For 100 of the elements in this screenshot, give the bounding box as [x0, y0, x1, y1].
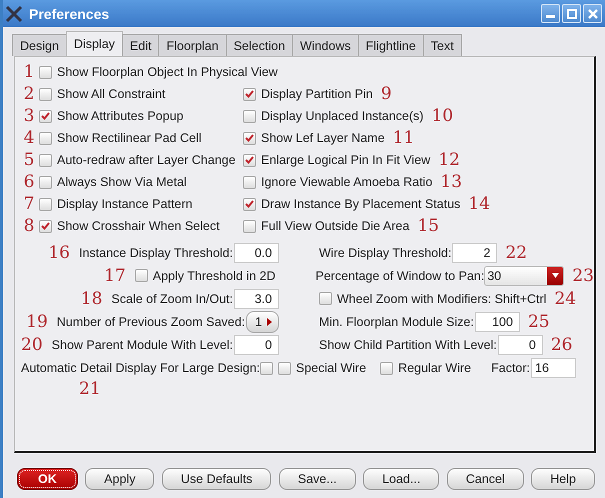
input-field[interactable]: 16 [531, 358, 576, 378]
annotation-number: 10 [432, 107, 454, 125]
checkbox[interactable] [260, 362, 273, 374]
option-label: Regular Wire [398, 361, 472, 375]
checkbox[interactable] [243, 220, 256, 232]
dropdown[interactable]: 30 [484, 266, 564, 286]
checkbox[interactable] [134, 269, 148, 282]
dialog-button[interactable]: Load... [363, 468, 440, 490]
option-label: Show All Constraint [57, 87, 166, 101]
option-label: Enlarge Logical Pin In Fit View [261, 153, 430, 167]
checkbox[interactable] [243, 88, 256, 100]
arrow-right-icon [267, 318, 272, 326]
checkbox[interactable] [39, 110, 52, 122]
setting-label: Wheel Zoom with Modifiers: Shift+Ctrl [337, 292, 546, 306]
setting-label: Number of Previous Zoom Saved: [56, 314, 246, 328]
setting-label: Show Parent Module With Level: [52, 338, 233, 352]
maximize-button[interactable] [562, 4, 581, 23]
annotation-number: 23 [572, 266, 594, 284]
close-icon [588, 8, 598, 18]
annotation-number: 12 [438, 151, 460, 169]
dialog-button[interactable]: Cancel [446, 468, 524, 490]
tab[interactable]: Edit [122, 34, 160, 56]
tab[interactable]: Text [422, 34, 462, 56]
option-label: Ignore Viewable Amoeba Ratio [261, 175, 432, 189]
app-logo-icon [5, 4, 23, 22]
input-field[interactable]: 0 [234, 334, 279, 354]
tab[interactable]: Display [66, 31, 123, 56]
option-label: Display Unplaced Instance(s) [261, 109, 424, 123]
annotation-number: 26 [550, 336, 572, 354]
annotation-number: 15 [417, 217, 440, 235]
annotation-number: 22 [505, 244, 528, 262]
annotation-number: 7 [22, 195, 36, 213]
option-label: Draw Instance By Placement Status [261, 197, 460, 211]
option-label: Show Rectilinear Pad Cell [57, 131, 202, 145]
option-label: Show Floorplan Object In Physical View [57, 65, 278, 79]
checkbox[interactable] [243, 132, 256, 144]
dialog-button[interactable]: Use Defaults [162, 468, 272, 490]
setting-label: Show Child Partition With Level: [319, 338, 497, 352]
option-label: Show Crosshair When Select [57, 219, 220, 233]
annotation-number: 1 [22, 63, 36, 81]
checkbox[interactable] [278, 362, 291, 374]
checkbox[interactable] [319, 292, 332, 305]
setting-label: Percentage of Window to Pan: [316, 268, 484, 282]
option-label: Always Show Via Metal [57, 175, 187, 189]
annotation-number: 9 [380, 85, 392, 103]
input-field[interactable]: 100 [474, 312, 520, 332]
checkbox[interactable] [39, 132, 52, 144]
spin-button[interactable]: 1 [246, 310, 279, 332]
tab[interactable]: Selection [226, 34, 294, 56]
maximize-icon [566, 8, 576, 18]
annotation-number: 18 [80, 290, 102, 308]
annotation-number: 20 [21, 336, 43, 354]
option-label: Auto-redraw after Layer Change [57, 153, 236, 167]
input-field[interactable]: 0.0 [234, 242, 279, 262]
tab[interactable]: Design [12, 34, 67, 56]
input-field[interactable]: 2 [452, 242, 498, 262]
option-label: Display Partition Pin [261, 87, 373, 101]
input-field[interactable]: 0 [498, 334, 543, 354]
setting-label: Min. Floorplan Module Size: [319, 314, 474, 328]
checkbox[interactable] [243, 110, 256, 122]
setting-label: Wire Display Threshold: [319, 246, 452, 260]
annotation-number: 8 [22, 217, 36, 235]
checkbox[interactable] [39, 176, 52, 188]
annotation-number: 25 [528, 312, 550, 330]
tab[interactable]: Flightline [358, 34, 424, 56]
annotation-number: 5 [22, 151, 36, 169]
dialog-button[interactable]: Help [531, 468, 595, 490]
dropdown-arrow-icon [552, 273, 559, 278]
checkbox[interactable] [243, 154, 256, 166]
checkbox[interactable] [243, 176, 256, 188]
dialog-button[interactable]: Apply [85, 468, 154, 490]
checkbox[interactable] [243, 198, 256, 210]
option-label: Show Lef Layer Name [261, 131, 385, 145]
setting-label: Factor: [491, 361, 530, 375]
minimize-button[interactable] [541, 4, 560, 23]
checkbox[interactable] [39, 66, 52, 78]
setting-label: Automatic Detail Display For Large Design: [21, 361, 260, 375]
option-label: Full View Outside Die Area [261, 219, 410, 233]
annotation-number: 21 [79, 379, 101, 399]
checkbox[interactable] [39, 198, 52, 210]
checkbox[interactable] [39, 88, 52, 100]
option-label: Show Attributes Popup [57, 109, 184, 123]
annotation-number: 4 [22, 129, 36, 147]
tab[interactable]: Windows [292, 34, 359, 56]
input-field[interactable]: 3.0 [234, 288, 279, 308]
annotation-number: 13 [440, 173, 462, 191]
close-button[interactable] [583, 4, 602, 23]
checkbox[interactable] [39, 154, 52, 166]
annotation-number: 2 [22, 85, 36, 103]
annotation-number: 6 [22, 173, 36, 191]
annotation-number: 17 [104, 266, 126, 284]
annotation-number: 14 [468, 195, 490, 213]
checkbox[interactable] [39, 220, 52, 232]
setting-label: Scale of Zoom In/Out: [111, 292, 233, 306]
annotation-number: 11 [392, 129, 414, 147]
dialog-button[interactable]: OK [17, 468, 78, 490]
dialog-button[interactable]: Save... [278, 468, 356, 490]
checkbox[interactable] [380, 362, 394, 374]
tab[interactable]: Floorplan [158, 34, 227, 56]
option-label: Special Wire [296, 361, 366, 375]
